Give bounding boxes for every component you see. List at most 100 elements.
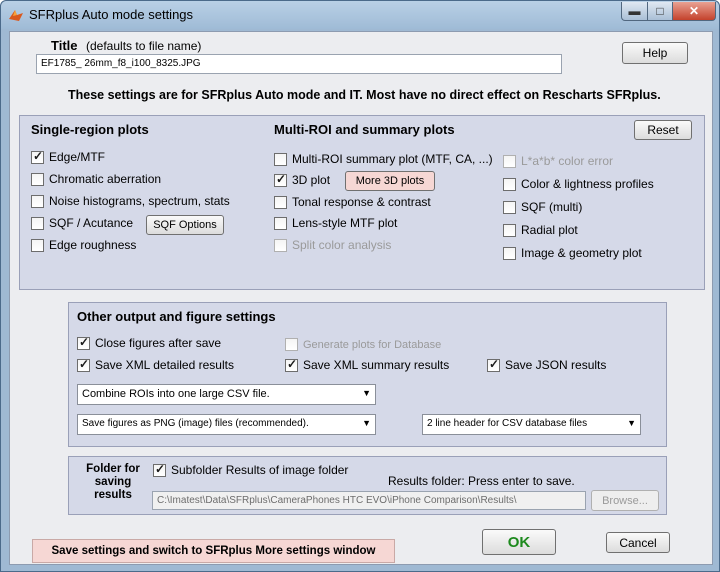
close-icon: ✕ (688, 4, 700, 18)
split-color-analysis-checkbox: Split color analysis (274, 238, 391, 252)
checkbox-label: SQF (multi) (521, 200, 583, 214)
reset-button[interactable]: Reset (634, 120, 692, 140)
checkbox-label: Chromatic aberration (49, 172, 162, 186)
results-path-input[interactable]: C:\Imatest\Data\SFRplus\CameraPhones HTC… (152, 491, 586, 510)
checkbox-box (503, 154, 516, 168)
checkbox-label: Save XML detailed results (95, 358, 234, 372)
checkbox-label: Color & lightness profiles (521, 177, 654, 191)
dropdown-arrow-icon: ▼ (627, 418, 636, 428)
checkbox-label: Split color analysis (292, 238, 392, 252)
single-region-heading: Single-region plots (31, 122, 149, 137)
noise-histograms-checkbox[interactable]: Noise histograms, spectrum, stats (31, 194, 230, 208)
plots-panel: Single-region plots Multi-ROI and summar… (19, 115, 705, 290)
checkbox-label: Edge roughness (49, 238, 137, 252)
folder-label: Folder for saving results (77, 463, 149, 502)
checkbox-box[interactable] (31, 194, 44, 208)
save-figures-select[interactable]: Save figures as PNG (image) files (recom… (77, 414, 376, 435)
minimize-icon: ▬ (628, 4, 641, 18)
edge-mtf-checkbox[interactable]: Edge/MTF (31, 149, 106, 164)
dialog-client: Title (defaults to file name) EF1785_ 26… (9, 31, 713, 565)
sqf-acutance-checkbox[interactable]: SQF / Acutance (31, 216, 133, 230)
checkbox-box[interactable] (503, 223, 516, 237)
multi-roi-summary-checkbox[interactable]: Multi-ROI summary plot (MTF, CA, ...) (274, 152, 493, 166)
multi-roi-heading: Multi-ROI and summary plots (274, 122, 455, 137)
checkbox-box[interactable] (31, 172, 44, 186)
checkbox-label: Multi-ROI summary plot (MTF, CA, ...) (292, 152, 493, 166)
save-xml-detailed-checkbox[interactable]: Save XML detailed results (77, 357, 234, 372)
checkbox-box[interactable] (77, 357, 90, 372)
save-json-checkbox[interactable]: Save JSON results (487, 357, 607, 372)
checkbox-box[interactable] (77, 335, 90, 350)
sqf-multi-checkbox[interactable]: SQF (multi) (503, 200, 582, 214)
checkbox-box[interactable] (31, 216, 44, 230)
radial-plot-checkbox[interactable]: Radial plot (503, 223, 578, 237)
other-output-heading: Other output and figure settings (77, 309, 276, 324)
checkbox-box[interactable] (274, 216, 287, 230)
results-folder-hint: Results folder: Press enter to save. (388, 474, 575, 488)
folder-label-line: Folder for (86, 463, 140, 475)
close-figures-checkbox[interactable]: Close figures after save (77, 335, 222, 350)
folder-panel: Folder for saving results Subfolder Resu… (68, 456, 667, 515)
checkbox-label: Noise histograms, spectrum, stats (49, 194, 230, 208)
checkbox-label: SQF / Acutance (49, 216, 134, 230)
title-input[interactable]: EF1785_ 26mm_f8_i100_8325.JPG (36, 54, 562, 74)
select-value: 2 line header for CSV database files (427, 418, 588, 429)
minimize-button[interactable]: ▬ (621, 2, 648, 21)
edge-roughness-checkbox[interactable]: Edge roughness (31, 238, 136, 252)
more-3d-plots-button[interactable]: More 3D plots (345, 171, 435, 191)
ok-button[interactable]: OK (482, 529, 556, 555)
checkbox-box[interactable] (503, 246, 516, 260)
checkbox-box[interactable] (153, 462, 166, 477)
checkbox-label: Edge/MTF (49, 150, 106, 164)
title-hint: (defaults to file name) (86, 39, 202, 53)
combine-rois-select[interactable]: Combine ROIs into one large CSV file. ▼ (77, 384, 376, 405)
tonal-response-checkbox[interactable]: Tonal response & contrast (274, 195, 431, 209)
folder-label-line: results (94, 489, 132, 501)
checkbox-box (285, 338, 298, 351)
title-label: Title (51, 38, 78, 53)
checkbox-label: Image & geometry plot (521, 246, 642, 260)
checkbox-label: Subfolder Results of image folder (171, 463, 349, 477)
dropdown-arrow-icon: ▼ (362, 388, 371, 398)
checkbox-box[interactable] (285, 357, 298, 372)
checkbox-label: Generate plots for Database (303, 338, 442, 351)
3d-plot-checkbox[interactable]: 3D plot (274, 172, 331, 187)
color-lightness-profiles-checkbox[interactable]: Color & lightness profiles (503, 177, 654, 191)
save-xml-summary-checkbox[interactable]: Save XML summary results (285, 357, 450, 372)
help-button[interactable]: Help (622, 42, 688, 64)
close-button[interactable]: ✕ (672, 2, 716, 21)
browse-button[interactable]: Browse... (591, 490, 659, 511)
checkbox-label: Tonal response & contrast (292, 195, 431, 209)
window-title: SFRplus Auto mode settings (29, 7, 194, 22)
save-switch-button[interactable]: Save settings and switch to SFRplus More… (32, 539, 395, 563)
app-window: SFRplus Auto mode settings ▬ □ ✕ Title (… (0, 0, 720, 572)
checkbox-box[interactable] (31, 149, 44, 164)
checkbox-box[interactable] (274, 152, 287, 166)
checkbox-box[interactable] (274, 195, 287, 209)
checkbox-label: Save XML summary results (303, 358, 450, 372)
checkbox-box[interactable] (487, 357, 500, 372)
subfolder-checkbox[interactable]: Subfolder Results of image folder (153, 462, 349, 477)
checkbox-box[interactable] (503, 177, 516, 191)
folder-label-line: saving (94, 476, 132, 488)
dropdown-arrow-icon: ▼ (362, 418, 371, 428)
checkbox-label: L*a*b* color error (521, 154, 614, 168)
select-value: Save figures as PNG (image) files (recom… (82, 418, 309, 429)
maximize-button[interactable]: □ (647, 2, 673, 21)
chromatic-aberration-checkbox[interactable]: Chromatic aberration (31, 172, 161, 186)
lab-color-error-checkbox: L*a*b* color error (503, 154, 613, 168)
checkbox-box[interactable] (503, 200, 516, 214)
csv-header-select[interactable]: 2 line header for CSV database files ▼ (422, 414, 641, 435)
title-bar[interactable]: SFRplus Auto mode settings ▬ □ ✕ (1, 1, 719, 29)
lens-style-mtf-checkbox[interactable]: Lens-style MTF plot (274, 216, 397, 230)
checkbox-label: 3D plot (292, 173, 331, 187)
checkbox-box (274, 238, 287, 252)
checkbox-box[interactable] (31, 238, 44, 252)
checkbox-label: Save JSON results (505, 358, 607, 372)
checkbox-label: Close figures after save (95, 336, 222, 350)
sqf-options-button[interactable]: SQF Options (146, 215, 224, 235)
image-geometry-plot-checkbox[interactable]: Image & geometry plot (503, 246, 642, 260)
cancel-button[interactable]: Cancel (606, 532, 670, 553)
checkbox-box[interactable] (274, 172, 287, 187)
matlab-app-icon (9, 10, 23, 21)
